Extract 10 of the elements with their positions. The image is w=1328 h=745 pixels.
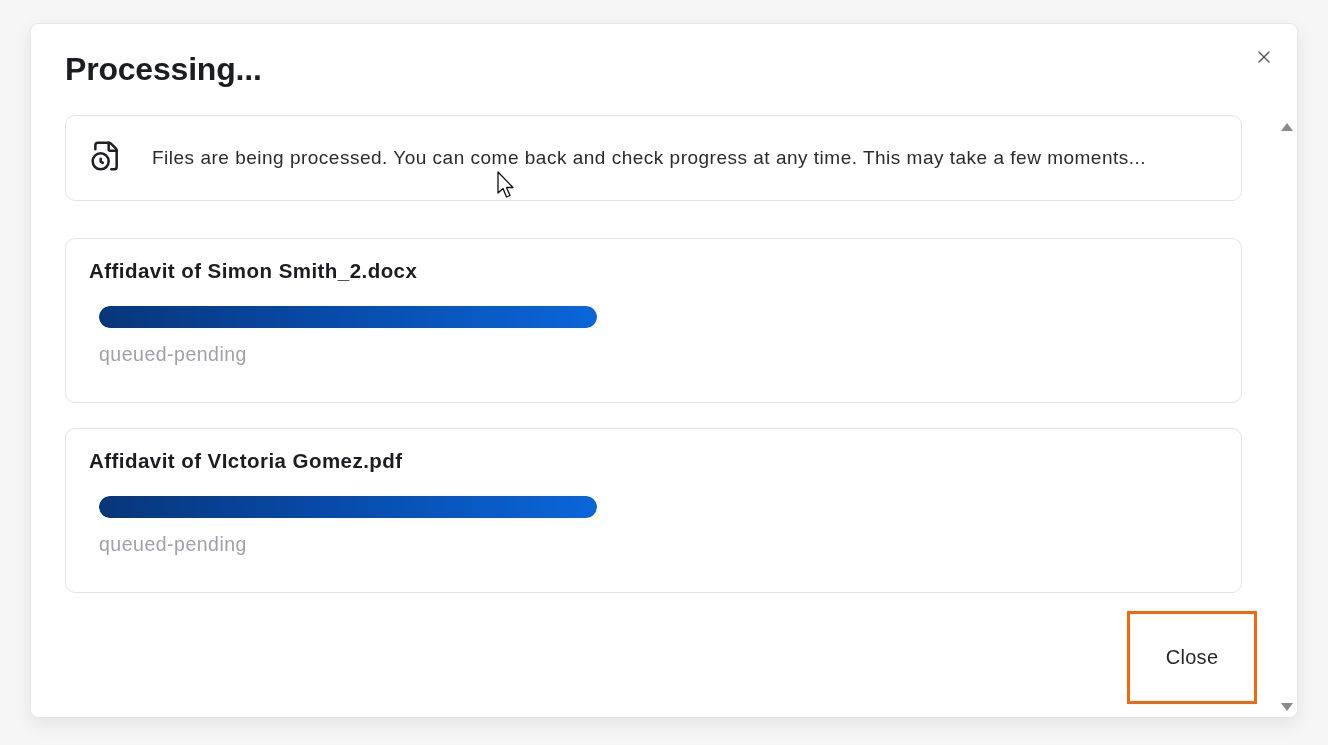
info-message: Files are being processed. You can come back and check progress at any time. This may take a few moments... xyxy=(152,146,1147,170)
file-status: queued-pending xyxy=(99,533,247,555)
file-name: Affidavit of Simon Smith_2.docx xyxy=(89,259,418,283)
scroll-down-icon[interactable] xyxy=(1281,703,1293,711)
scroll-up-icon[interactable] xyxy=(1281,123,1293,131)
close-button[interactable]: Close xyxy=(1127,611,1257,704)
file-status: queued-pending xyxy=(99,343,247,365)
file-name: Affidavit of VIctoria Gomez.pdf xyxy=(89,449,403,473)
mouse-pointer-icon xyxy=(497,171,514,199)
dialog-title: Processing... xyxy=(65,51,262,87)
